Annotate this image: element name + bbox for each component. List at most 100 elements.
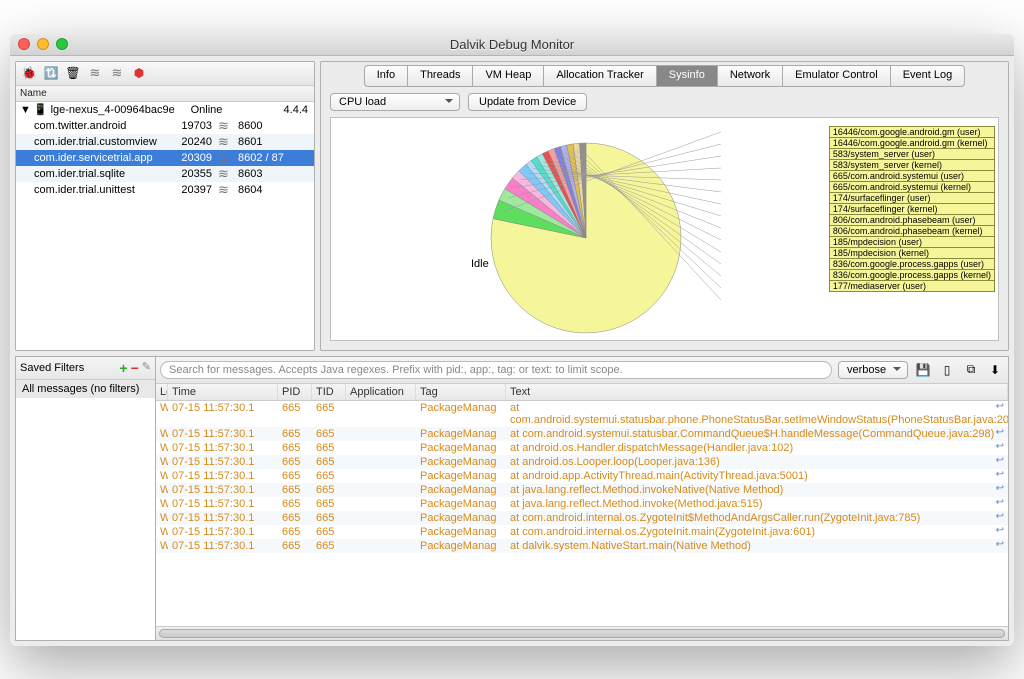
log-row[interactable]: W07-15 11:57:30.1665665PackageManag at d…	[156, 539, 1008, 553]
process-pid: 19703	[174, 120, 218, 132]
legend: 16446/com.google.android.gm (user)16446/…	[829, 126, 995, 291]
process-port: 8603	[238, 168, 292, 180]
scrollbar-thumb[interactable]	[159, 629, 1005, 638]
process-pid: 20355	[174, 168, 218, 180]
device-status: Online	[191, 104, 231, 116]
log-col-time[interactable]: Time	[168, 384, 278, 400]
wrap-icon: ↩	[996, 511, 1004, 522]
trash-icon[interactable]: 🗑	[64, 64, 82, 82]
log-col-application[interactable]: Application	[346, 384, 416, 400]
add-filter-icon[interactable]: +	[119, 360, 127, 376]
log-rows[interactable]: W07-15 11:57:30.1665665PackageManag at c…	[156, 401, 1008, 626]
log-row[interactable]: W07-15 11:57:30.1665665PackageManag at c…	[156, 401, 1008, 427]
process-pid: 20240	[174, 136, 218, 148]
log-col-tid[interactable]: TID	[312, 384, 346, 400]
tab-info[interactable]: Info	[364, 65, 407, 87]
process-row[interactable]: com.ider.trial.sqlite20355≋8603	[16, 166, 314, 182]
update-button[interactable]: Update from Device	[468, 93, 587, 111]
process-name: com.ider.trial.customview	[34, 136, 174, 148]
process-row[interactable]: com.ider.servicetrial.app20309≋8602 / 87	[16, 150, 314, 166]
process-name: com.ider.trial.unittest	[34, 184, 174, 196]
log-row[interactable]: W07-15 11:57:30.1665665PackageManag at a…	[156, 441, 1008, 455]
cpu-load-select[interactable]: CPU load	[330, 93, 460, 111]
device-table: ▼📱 lge-nexus_4-00964bac9e Online 4.4.4 c…	[16, 102, 314, 350]
update-icon[interactable]: 🔃	[42, 64, 60, 82]
save-log-icon[interactable]: 💾	[914, 361, 932, 379]
log-col-text[interactable]: Text	[506, 384, 1008, 400]
filters-panel: Saved Filters + − ✎ All messages (no fil…	[15, 356, 155, 641]
tab-emulator-control[interactable]: Emulator Control	[782, 65, 890, 87]
tab-allocation-tracker[interactable]: Allocation Tracker	[543, 65, 655, 87]
top-area: 🐞 🔃 🗑 ≋ ≋ ⬢ Name ▼📱 lge-nexus_4-00964bac…	[10, 56, 1014, 356]
log-row[interactable]: W07-15 11:57:30.1665665PackageManag at c…	[156, 511, 1008, 525]
process-row[interactable]: com.ider.trial.unittest20397≋8604	[16, 182, 314, 198]
log-columns: LeTimePIDTIDApplicationTagText	[156, 384, 1008, 401]
device-column-header: Name	[16, 86, 314, 102]
log-col-tag[interactable]: Tag	[416, 384, 506, 400]
remove-filter-icon[interactable]: −	[131, 360, 139, 376]
wrap-icon: ↩	[996, 469, 1004, 480]
sysinfo-panel: InfoThreadsVM HeapAllocation TrackerSysi…	[320, 61, 1009, 351]
thread-icon: ≋	[218, 137, 238, 146]
wrap-icon: ↩	[996, 483, 1004, 494]
saved-filters-label: Saved Filters	[20, 362, 84, 374]
threads-icon[interactable]: ≋	[86, 64, 104, 82]
log-panel: Search for messages. Accepts Java regexe…	[155, 356, 1009, 641]
pie-chart-area: Idle 16446/com.google.android.gm (user)1…	[330, 117, 999, 341]
process-pid: 20309	[174, 152, 218, 164]
wrap-icon: ↩	[996, 441, 1004, 452]
tab-network[interactable]: Network	[717, 65, 782, 87]
process-port: 8600	[238, 120, 292, 132]
tab-sysinfo[interactable]: Sysinfo	[656, 65, 717, 87]
devices-toolbar: 🐞 🔃 🗑 ≋ ≋ ⬢	[16, 62, 314, 86]
log-row[interactable]: W07-15 11:57:30.1665665PackageManag at j…	[156, 497, 1008, 511]
devices-panel: 🐞 🔃 🗑 ≋ ≋ ⬢ Name ▼📱 lge-nexus_4-00964bac…	[15, 61, 315, 351]
select-value: CPU load	[339, 96, 386, 108]
log-row[interactable]: W07-15 11:57:30.1665665PackageManag at c…	[156, 525, 1008, 539]
process-name: com.ider.trial.sqlite	[34, 168, 174, 180]
log-col-le[interactable]: Le	[156, 384, 168, 400]
debug-icon[interactable]: 🐞	[20, 64, 38, 82]
log-row[interactable]: W07-15 11:57:30.1665665PackageManag at j…	[156, 483, 1008, 497]
clear-log-icon[interactable]: ▯	[938, 361, 956, 379]
thread-icon: ≋	[218, 153, 238, 162]
wrap-icon: ↩	[996, 525, 1004, 536]
process-name: com.ider.servicetrial.app	[34, 152, 174, 164]
filter-all-messages[interactable]: All messages (no filters)	[16, 380, 155, 398]
log-search-bar: Search for messages. Accepts Java regexe…	[156, 357, 1008, 384]
log-level-select[interactable]: verbose	[838, 361, 908, 379]
legend-item: 177/mediaserver (user)	[829, 280, 995, 292]
titlebar: Dalvik Debug Monitor	[10, 34, 1014, 56]
process-name: com.twitter.android	[34, 120, 174, 132]
process-row[interactable]: com.twitter.android19703≋8600	[16, 118, 314, 134]
scroll-lock-icon[interactable]: ⧉	[962, 361, 980, 379]
tab-threads[interactable]: Threads	[407, 65, 472, 87]
log-row[interactable]: W07-15 11:57:30.1665665PackageManag at c…	[156, 427, 1008, 441]
tab-bar: InfoThreadsVM HeapAllocation TrackerSysi…	[324, 65, 1005, 87]
tab-vm-heap[interactable]: VM Heap	[472, 65, 543, 87]
tab-event-log[interactable]: Event Log	[890, 65, 966, 87]
log-col-pid[interactable]: PID	[278, 384, 312, 400]
process-pid: 20397	[174, 184, 218, 196]
wrap-icon: ↩	[996, 497, 1004, 508]
stop-icon[interactable]: ⬢	[130, 64, 148, 82]
process-port: 8601	[238, 136, 292, 148]
thread-icon: ≋	[218, 121, 238, 130]
log-row[interactable]: W07-15 11:57:30.1665665PackageManag at a…	[156, 469, 1008, 483]
app-window: Dalvik Debug Monitor 🐞 🔃 🗑 ≋ ≋ ⬢ Name ▼📱…	[10, 34, 1014, 646]
device-row[interactable]: ▼📱 lge-nexus_4-00964bac9e Online 4.4.4	[16, 102, 314, 118]
device-version: 4.4.4	[231, 104, 314, 116]
thread-icon: ≋	[218, 169, 238, 178]
log-row[interactable]: W07-15 11:57:30.1665665PackageManag at a…	[156, 455, 1008, 469]
wrap-icon: ↩	[996, 427, 1004, 438]
wrap-icon: ↩	[996, 401, 1004, 412]
log-level-value: verbose	[847, 364, 886, 376]
heap-icon[interactable]: ≋	[108, 64, 126, 82]
wrap-icon: ↩	[996, 455, 1004, 466]
export-log-icon[interactable]: ⬇	[986, 361, 1004, 379]
search-input[interactable]: Search for messages. Accepts Java regexe…	[160, 361, 832, 379]
process-row[interactable]: com.ider.trial.customview20240≋8601	[16, 134, 314, 150]
edit-filter-icon[interactable]: ✎	[142, 360, 151, 376]
process-port: 8604	[238, 184, 292, 196]
log-scrollbar[interactable]	[156, 626, 1008, 640]
